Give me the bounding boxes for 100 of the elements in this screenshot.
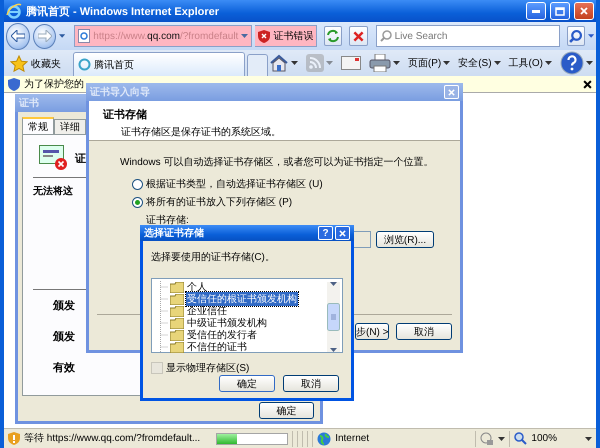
home-button[interactable] [268, 52, 299, 74]
caret-icon [59, 34, 66, 38]
wizard-subtitle: 证书存储区是保存证书的系统区域。 [121, 126, 282, 139]
menu-button[interactable]: 安全(S) [457, 52, 502, 74]
refresh-button[interactable] [324, 26, 342, 46]
close-icon [583, 80, 592, 88]
folder-icon [170, 330, 184, 340]
favorites-button[interactable]: 收藏夹 [8, 52, 63, 76]
dialog-title: 选择证书存储 [144, 226, 205, 240]
caret-icon [326, 61, 333, 65]
lock-icon [480, 432, 494, 446]
menu-button[interactable]: 工具(O) [508, 52, 553, 74]
tree-item[interactable]: 个人 [186, 280, 208, 294]
caret-icon [241, 34, 248, 38]
url-text: https://www.qq.com/?fromdefault [93, 30, 238, 42]
help-button[interactable]: ? [318, 226, 333, 240]
ok-button[interactable]: 确定 [219, 375, 275, 392]
scrollbar[interactable] [327, 282, 340, 352]
loading-icon [78, 58, 91, 71]
feed-icon [306, 54, 324, 72]
search-icon [569, 30, 582, 42]
home-icon [268, 54, 289, 72]
menu-button[interactable]: 页面(P) [406, 52, 452, 74]
dialog-tab[interactable]: 常规 [22, 117, 54, 134]
tree-item[interactable]: 受信任的发行者 [186, 328, 258, 342]
dialog-title: 证书 [19, 96, 40, 110]
caret-icon [588, 34, 594, 38]
store-prompt: 选择要使用的证书存储(C)。 [151, 250, 275, 264]
scroll-thumb[interactable] [327, 303, 340, 331]
shield-icon [8, 78, 20, 90]
caret-icon [443, 61, 450, 65]
forward-button[interactable] [33, 24, 56, 48]
close-icon [580, 7, 588, 15]
browser-logo-icon [6, 3, 22, 19]
minimize-button[interactable] [526, 2, 546, 20]
back-arrow-icon [11, 30, 26, 42]
zoom-level[interactable]: 100% [531, 433, 557, 444]
browser-tab[interactable]: 腾讯首页 [73, 52, 245, 76]
caret-icon [498, 436, 506, 440]
warning-shield-icon [8, 432, 20, 445]
status-text: 等待 https://www.qq.com/?fromdefault... [24, 432, 200, 445]
radio-option[interactable]: 根据证书类型，自动选择证书存储区 (U) [132, 177, 323, 191]
certificate-error-icon [39, 145, 69, 171]
print-button[interactable] [368, 52, 401, 74]
folder-icon [170, 306, 184, 316]
certificate-error-button[interactable]: 证书错误 [255, 25, 318, 47]
ok-button[interactable]: 确定 [259, 402, 314, 419]
folder-icon [170, 342, 184, 352]
caret-icon [585, 436, 592, 440]
close-button[interactable] [574, 2, 594, 20]
folder-icon [170, 294, 184, 304]
browse-button[interactable]: 浏览(R)... [376, 231, 434, 248]
dialog-tab[interactable]: 详细 [54, 119, 86, 134]
wizard-heading: 证书存储 [103, 108, 148, 122]
close-icon [339, 230, 346, 236]
checkbox[interactable] [151, 362, 163, 374]
physical-store-option[interactable]: 显示物理存储区(S) [151, 361, 250, 375]
next-button[interactable]: 步(N) > [355, 323, 389, 340]
search-field[interactable]: Live Search [376, 25, 560, 47]
refresh-icon [326, 29, 340, 43]
maximize-button[interactable] [550, 2, 570, 20]
radio-button[interactable] [132, 178, 143, 190]
tree-item[interactable]: 企业信任 [186, 304, 228, 318]
radio-option[interactable]: 将所有的证书放入下列存储区 (P) [132, 195, 292, 209]
help-icon [560, 51, 584, 75]
window-title: 腾讯首页 - Windows Internet Explorer [26, 4, 220, 18]
caret-icon [330, 282, 337, 286]
help-button[interactable] [559, 52, 594, 74]
caret-icon [290, 61, 298, 65]
tree-item[interactable]: 受信任的根证书颁发机构 [186, 292, 298, 306]
info-bar-text: 为了保护您的 [24, 78, 84, 91]
tree-item[interactable]: 中级证书颁发机构 [186, 316, 268, 330]
cancel-button[interactable]: 取消 [396, 323, 452, 340]
stop-button[interactable] [349, 26, 368, 46]
page-icon [78, 29, 90, 43]
certificate-heading: 证 [75, 152, 86, 166]
shield-icon [258, 30, 270, 42]
printer-icon [368, 54, 391, 72]
radio-button[interactable] [132, 196, 143, 208]
search-icon [380, 30, 392, 42]
field-label: 有效 [53, 361, 75, 375]
certificate-message: 无法将这 [33, 184, 73, 198]
cancel-button[interactable]: 取消 [283, 375, 339, 392]
intro-text: Windows 可以自动选择证书存储区，或者您可以为证书指定一个位置。 [120, 156, 434, 169]
star-icon [10, 55, 28, 73]
maximize-icon [555, 6, 565, 16]
address-field[interactable]: https://www.qq.com/?fromdefault [74, 25, 252, 47]
search-button[interactable] [566, 26, 585, 46]
close-icon [448, 88, 455, 96]
caret-icon [494, 61, 501, 65]
minimize-icon [532, 10, 540, 12]
caret-icon [545, 61, 552, 65]
back-button[interactable] [6, 22, 30, 50]
close-button[interactable] [335, 226, 350, 240]
caret-icon [392, 61, 400, 65]
field-label: 颁发 [53, 330, 75, 344]
globe-icon [317, 432, 332, 446]
forward-arrow-icon [38, 30, 52, 42]
tree-item[interactable]: 不信任的证书 [186, 340, 248, 354]
folder-icon [170, 318, 184, 328]
